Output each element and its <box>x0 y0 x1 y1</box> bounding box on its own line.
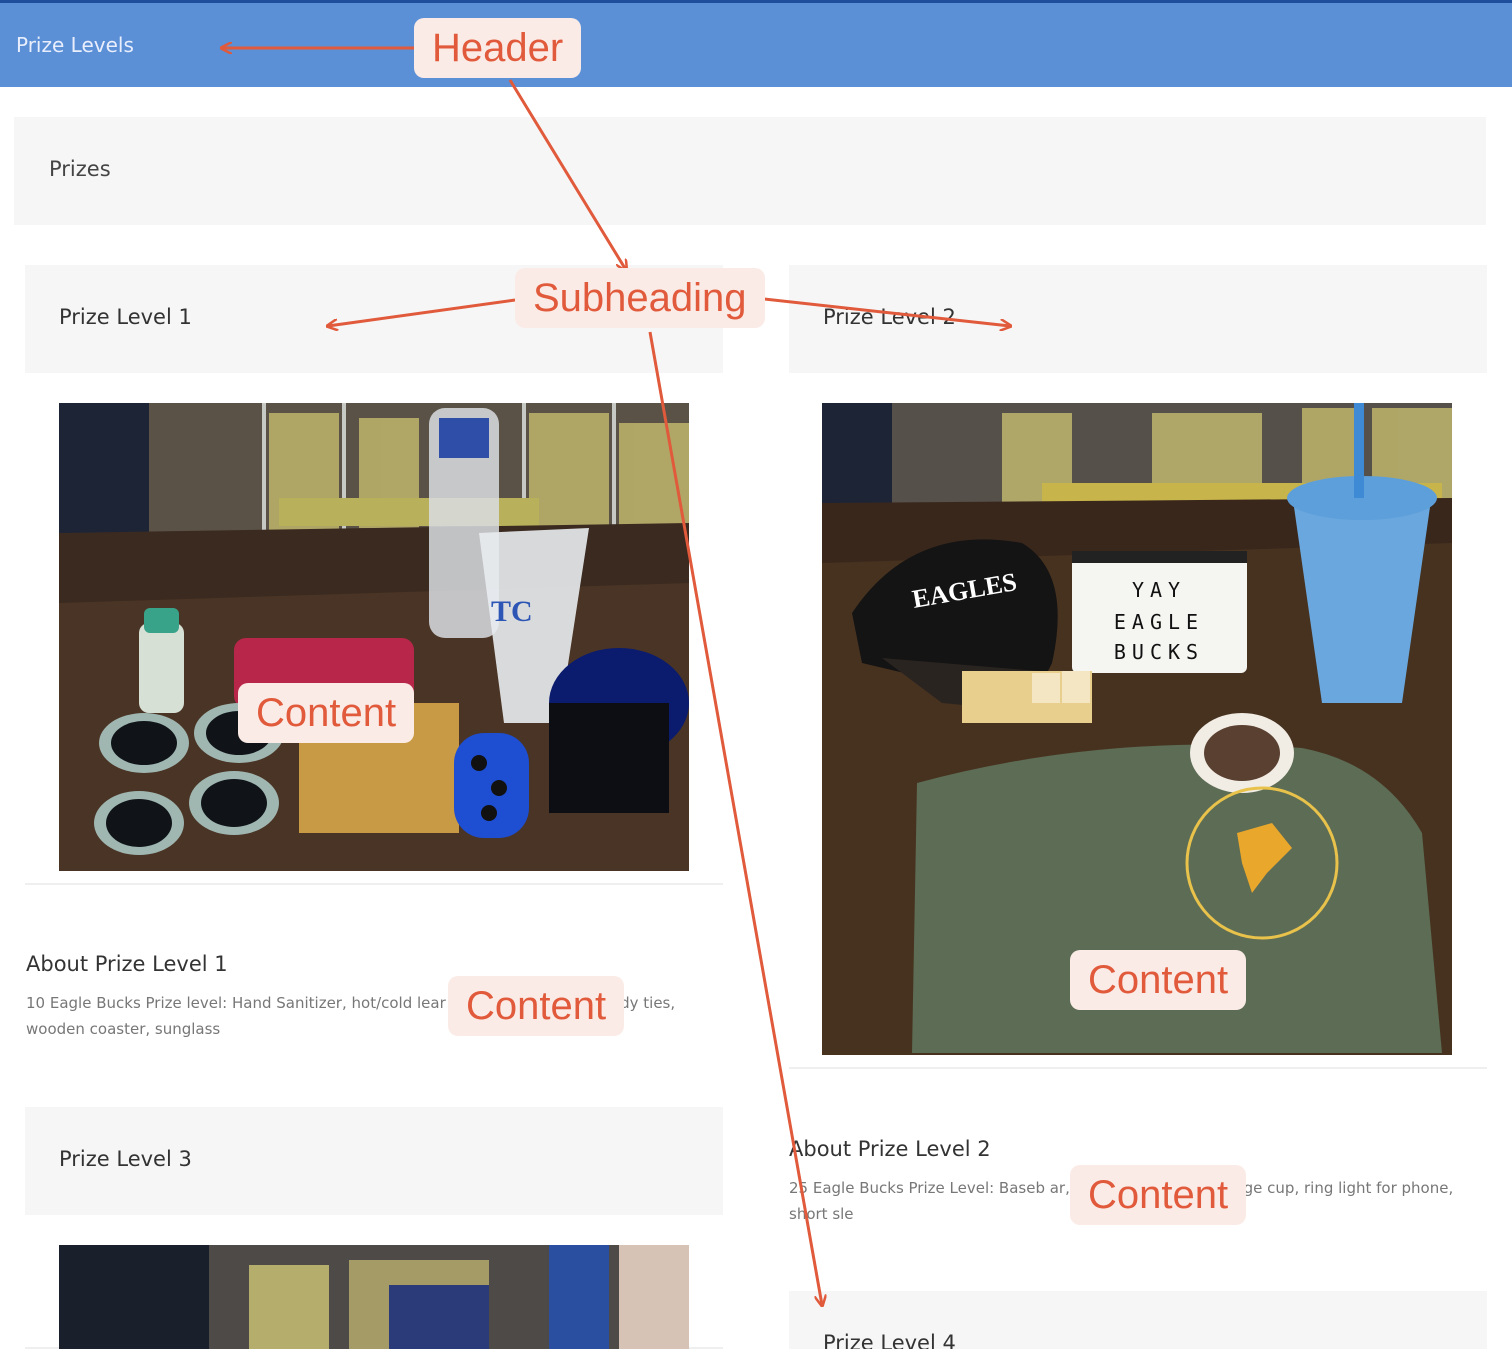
prize-level-4-title: Prize Level 4 <box>823 1331 956 1349</box>
annotation-content-3: Content <box>1070 950 1247 1010</box>
prize-level-4-heading: Prize Level 4 <box>789 1291 1487 1349</box>
prize-level-1-photo: TC <box>59 403 689 871</box>
annotation-content-1: Content <box>238 683 415 743</box>
about-level-2-title: About Prize Level 2 <box>789 1137 991 1161</box>
prize-level-2-heading: Prize Level 2 <box>789 265 1487 373</box>
tc-cup-text: TC <box>491 595 533 628</box>
lightboard-line-2: EAGLE <box>1114 610 1204 634</box>
annotation-header: Header <box>414 18 582 78</box>
prize-level-1-photo-card: TC <box>25 375 723 885</box>
prize-level-2-title: Prize Level 2 <box>823 305 956 329</box>
prizes-section-header: Prizes <box>14 117 1486 225</box>
about-level-1-title: About Prize Level 1 <box>26 952 228 976</box>
prize-level-3-photo-card <box>25 1217 723 1349</box>
annotation-subheading: Subheading <box>515 268 765 328</box>
section-title: Prizes <box>49 157 111 181</box>
prize-level-1-title: Prize Level 1 <box>59 305 192 329</box>
lightboard-line-1: YAY <box>1132 578 1186 602</box>
lightboard-line-3: BUCKS <box>1114 640 1204 664</box>
prize-level-3-title: Prize Level 3 <box>59 1147 192 1171</box>
prize-level-3-heading: Prize Level 3 <box>25 1107 723 1215</box>
annotation-content-4: Content <box>1070 1165 1247 1225</box>
prize-level-3-photo <box>59 1245 689 1349</box>
header-title: Prize Levels <box>16 33 134 57</box>
annotation-content-2: Content <box>448 976 625 1036</box>
app-header: Prize Levels <box>0 0 1512 87</box>
